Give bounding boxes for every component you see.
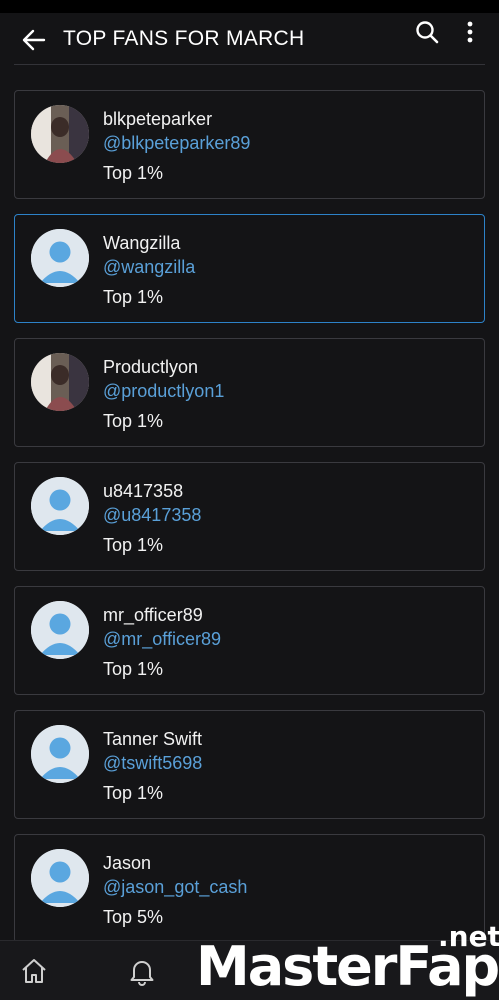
fan-rank-label: Top 1% <box>103 659 164 679</box>
home-icon[interactable] <box>18 955 50 987</box>
fan-name[interactable]: mr_officer89 <box>103 605 203 626</box>
fan-rank-label: Top 1% <box>103 163 164 183</box>
user-photo-avatar[interactable] <box>31 105 89 163</box>
default-user-avatar-icon[interactable] <box>31 229 89 287</box>
fan-card[interactable]: Tanner Swift @tswift5698 Top 1% <box>14 710 485 819</box>
fan-handle-link[interactable]: @tswift5698 <box>103 753 202 774</box>
fan-name[interactable]: Jason <box>103 853 151 874</box>
fan-handle-link[interactable]: @jason_got_cash <box>103 877 247 898</box>
fan-name[interactable]: Productlyon <box>103 357 198 378</box>
bell-icon[interactable] <box>126 955 158 987</box>
app-header: TOP FANS FOR MARCH <box>0 13 499 65</box>
fan-name[interactable]: Wangzilla <box>103 233 180 254</box>
fan-name[interactable]: Tanner Swift <box>103 729 202 750</box>
fan-name[interactable]: blkpeteparker <box>103 109 212 130</box>
default-user-avatar-icon[interactable] <box>31 849 89 907</box>
search-icon[interactable] <box>413 18 441 46</box>
arrow-left-icon[interactable] <box>20 26 48 54</box>
fan-card[interactable]: blkpeteparker @blkpeteparker89 Top 1% <box>14 90 485 199</box>
status-bar <box>0 0 499 13</box>
fan-handle-link[interactable]: @wangzilla <box>103 257 195 278</box>
fan-handle-link[interactable]: @u8417358 <box>103 505 201 526</box>
fan-name[interactable]: u8417358 <box>103 481 183 502</box>
fan-rank-label: Top 1% <box>103 411 164 431</box>
user-photo-avatar[interactable] <box>31 353 89 411</box>
fan-handle-link[interactable]: @mr_officer89 <box>103 629 221 650</box>
fan-card[interactable]: u8417358 @u8417358 Top 1% <box>14 462 485 571</box>
fan-rank-label: Top 1% <box>103 535 164 555</box>
default-user-avatar-icon[interactable] <box>31 601 89 659</box>
default-user-avatar-icon[interactable] <box>31 477 89 535</box>
page-title: TOP FANS FOR MARCH <box>63 27 305 50</box>
watermark-suffix: .net <box>438 920 499 953</box>
fan-card[interactable]: mr_officer89 @mr_officer89 Top 1% <box>14 586 485 695</box>
fan-card[interactable]: Wangzilla @wangzilla Top 1% <box>14 214 485 323</box>
fan-rank-label: Top 5% <box>103 907 164 927</box>
more-vertical-icon[interactable] <box>456 18 484 46</box>
watermark-logo: MasterFap .net <box>196 920 499 1000</box>
header-divider <box>14 64 485 65</box>
default-user-avatar-icon[interactable] <box>31 725 89 783</box>
fan-handle-link[interactable]: @blkpeteparker89 <box>103 133 250 154</box>
fan-rank-label: Top 1% <box>103 783 164 803</box>
fan-rank-label: Top 1% <box>103 287 164 307</box>
fan-handle-link[interactable]: @productlyon1 <box>103 381 224 402</box>
fan-card[interactable]: Productlyon @productlyon1 Top 1% <box>14 338 485 447</box>
